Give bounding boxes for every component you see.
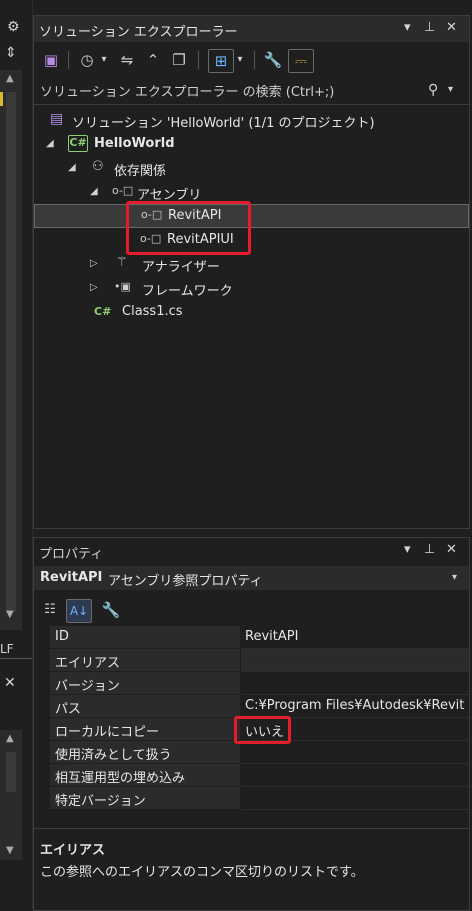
solution-explorer-titlebar: ソリューション エクスプローラー ▾ ⊥ ✕	[34, 16, 469, 42]
tree-item-solution[interactable]: ▤ ソリューション 'HelloWorld' (1/1 のプロジェクト)	[34, 108, 469, 132]
property-row[interactable]: エイリアス	[34, 649, 469, 672]
property-row[interactable]: 相互運用型の埋め込み	[34, 764, 469, 787]
tree-item-assembly-revitapi[interactable]: o-□ RevitAPI	[34, 204, 469, 228]
description-text: この参照へのエイリアスのコンマ区切りのリストです。	[40, 865, 364, 880]
chevron-down-icon[interactable]: ▾	[234, 49, 246, 71]
change-marker	[0, 92, 3, 106]
tree-item-analyzers[interactable]: ▷ ⚚ アナライザー	[34, 252, 469, 276]
copy-icon[interactable]: ❐	[168, 49, 190, 71]
left-lower-scroll-panel: ▲ ▼	[0, 730, 22, 860]
framework-icon: •▣	[114, 280, 131, 293]
preview-icon[interactable]: ⎓	[288, 49, 314, 73]
dependencies-icon: ⚇	[92, 159, 104, 174]
property-row[interactable]: パス C:¥Program Files¥Autodesk¥Revit	[34, 695, 469, 718]
search-input[interactable]	[38, 80, 422, 104]
wrench-icon[interactable]: 🔧	[262, 49, 284, 71]
split-handle-icon[interactable]: ⇕	[5, 46, 17, 60]
close-icon[interactable]: ✕	[4, 676, 16, 690]
solution-explorer-title: ソリューション エクスプローラー	[39, 25, 238, 40]
sync-icon[interactable]: ⇋	[116, 49, 138, 71]
solution-icon: ▤	[50, 111, 64, 127]
object-type: アセンブリ参照プロパティ	[108, 574, 263, 589]
expanded-arrow-icon[interactable]: ◢	[90, 186, 98, 197]
chevron-down-icon[interactable]: ▾	[448, 85, 453, 95]
collapsed-arrow-icon[interactable]: ▷	[90, 258, 98, 269]
tree-item-assembly-revitapiui[interactable]: o-□ RevitAPIUI	[34, 228, 469, 252]
object-name: RevitAPI	[40, 570, 103, 585]
solution-explorer-search: ⚲ ▾	[34, 80, 469, 105]
scroll-down-icon[interactable]: ▼	[6, 846, 14, 856]
properties-panel: プロパティ ▾ ⊥ ✕ RevitAPI アセンブリ参照プロパティ ▾ ☷ A↓…	[33, 537, 470, 911]
tree-item-frameworks[interactable]: ▷ •▣ フレームワーク	[34, 276, 469, 300]
categorized-icon[interactable]: ☷	[40, 599, 60, 621]
properties-toolbar: ☷ A↓ 🔧	[34, 592, 469, 624]
solution-explorer-toolbar: ▣ ◷ ▾ ⇋ ⌃ ❐ ⊞ ▾ 🔧 ⎓	[34, 42, 469, 78]
tree-item-project[interactable]: ◢ C# HelloWorld	[34, 132, 469, 156]
tree-item-assemblies[interactable]: ◢ o-□ アセンブリ	[34, 180, 469, 204]
chevron-down-icon[interactable]: ▾	[98, 49, 110, 71]
line-ending-label: LF	[0, 642, 14, 656]
csharp-file-icon: C#	[94, 305, 112, 318]
scroll-up-icon[interactable]: ▲	[6, 734, 14, 744]
left-tool-strip: ⚙ ⇕ ▲ ▼ LF ✕ ▲ ▼	[0, 0, 33, 909]
solution-explorer-panel: ソリューション エクスプローラー ▾ ⊥ ✕ ▣ ◷ ▾ ⇋ ⌃ ❐ ⊞ ▾ 🔧…	[33, 15, 470, 529]
left-scrollbar-thumb[interactable]	[6, 92, 16, 612]
csharp-project-icon: C#	[68, 135, 88, 152]
analyzer-icon: ⚚	[116, 255, 128, 270]
show-all-files-icon[interactable]: ⊞	[208, 49, 234, 73]
property-row[interactable]: ID RevitAPI	[34, 626, 469, 649]
alphabetical-icon[interactable]: A↓	[66, 599, 92, 623]
pin-icon[interactable]: ⊥	[424, 20, 435, 35]
expanded-arrow-icon[interactable]: ◢	[46, 138, 54, 149]
scroll-down-icon[interactable]: ▼	[6, 610, 14, 620]
chevron-down-icon[interactable]: ▾	[404, 20, 411, 35]
chevron-down-icon[interactable]: ▾	[404, 542, 411, 557]
left-lower-scrollbar-thumb[interactable]	[6, 752, 16, 792]
assembly-icon: o-□	[112, 184, 134, 197]
tree-item-dependencies[interactable]: ◢ ⚇ 依存関係	[34, 156, 469, 180]
property-grid: ID RevitAPI エイリアス バージョン パス C:¥Program File…	[34, 626, 469, 814]
description-title: エイリアス	[40, 843, 106, 858]
search-icon[interactable]: ⚲	[428, 83, 438, 97]
pin-icon[interactable]: ⊥	[424, 542, 435, 557]
properties-titlebar: プロパティ ▾ ⊥ ✕	[34, 538, 469, 564]
tree-item-class1[interactable]: C# Class1.cs	[34, 300, 469, 324]
pending-changes-icon[interactable]: ◷	[76, 49, 98, 71]
highlight-box-copy-local	[234, 716, 291, 744]
gear-icon[interactable]: ⚙	[7, 20, 20, 34]
close-icon[interactable]: ✕	[446, 20, 457, 35]
expanded-arrow-icon[interactable]: ◢	[68, 162, 76, 173]
scroll-up-icon[interactable]: ▲	[6, 74, 14, 84]
property-row[interactable]: 特定バージョン	[34, 787, 469, 810]
object-selector[interactable]: RevitAPI アセンブリ参照プロパティ ▾	[34, 566, 469, 590]
chevron-down-icon[interactable]: ▾	[452, 573, 457, 583]
collapsed-arrow-icon[interactable]: ▷	[90, 282, 98, 293]
property-description: エイリアス この参照へのエイリアスのコンマ区切りのリストです。	[34, 828, 469, 911]
switch-views-icon[interactable]: ▣	[40, 49, 62, 71]
property-row[interactable]: バージョン	[34, 672, 469, 695]
property-row[interactable]: 使用済みとして扱う	[34, 741, 469, 764]
close-icon[interactable]: ✕	[446, 542, 457, 557]
left-scroll-panel: ▲ ▼	[0, 70, 22, 630]
wrench-icon[interactable]: 🔧	[100, 599, 122, 621]
properties-title: プロパティ	[39, 547, 104, 562]
highlight-box-assemblies	[126, 201, 251, 255]
collapse-all-icon[interactable]: ⌃	[142, 49, 164, 71]
